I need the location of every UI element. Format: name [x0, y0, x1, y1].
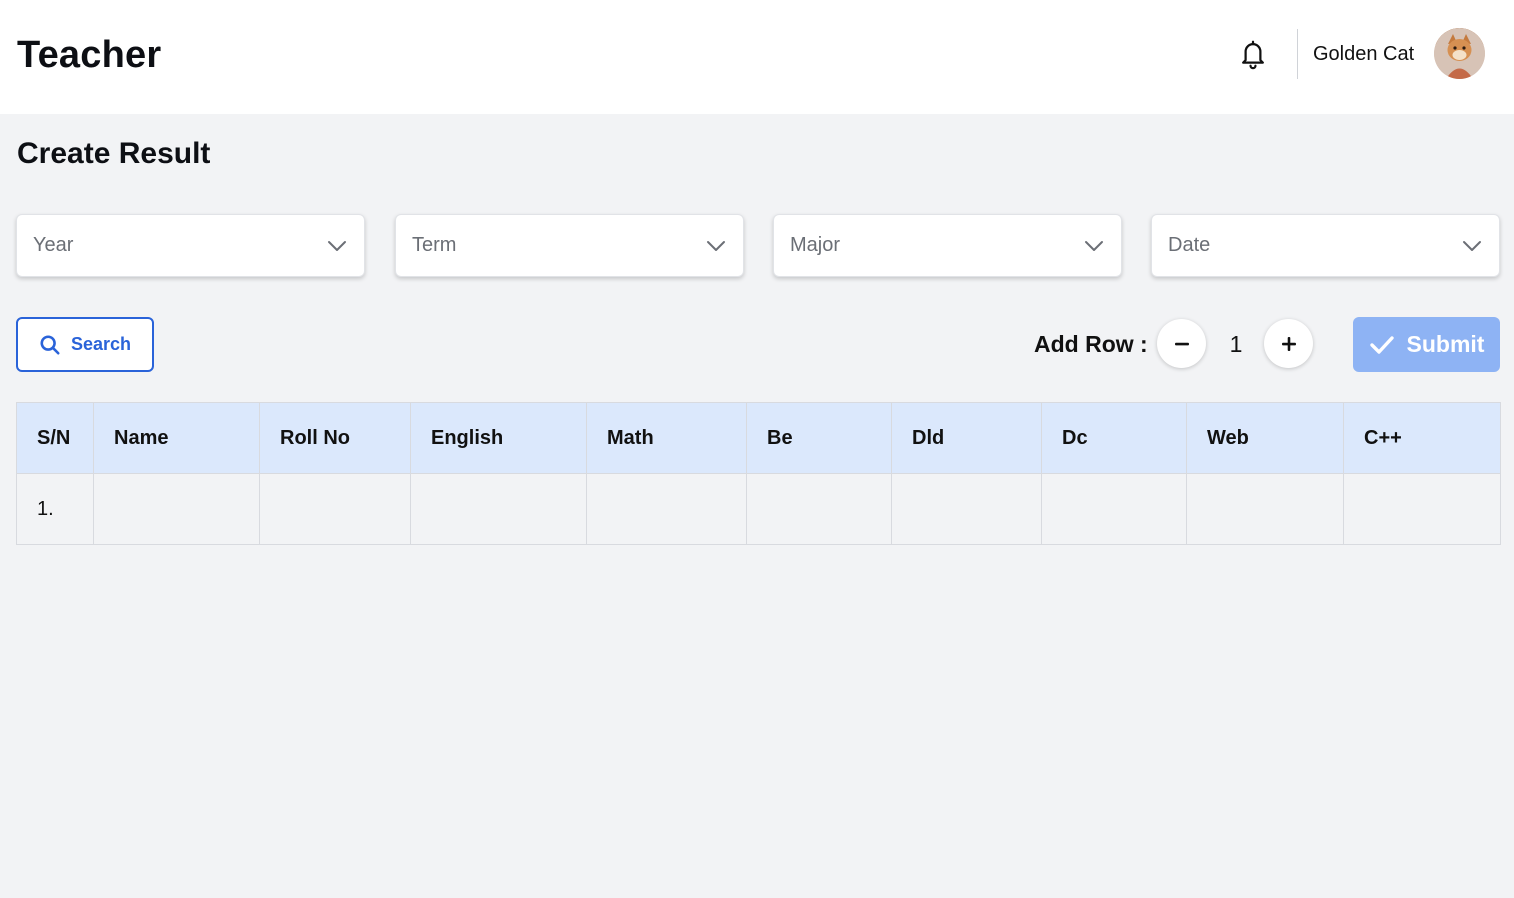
column-header-web: Web: [1186, 402, 1344, 474]
decrement-row-button[interactable]: [1157, 319, 1206, 368]
plus-icon: [1280, 335, 1298, 353]
be-cell[interactable]: [746, 473, 892, 545]
major-select-placeholder: Major: [790, 234, 841, 256]
increment-row-button[interactable]: [1264, 319, 1313, 368]
minus-icon: [1173, 335, 1191, 353]
column-header-dld: Dld: [891, 402, 1042, 474]
term-select[interactable]: Term: [395, 214, 744, 277]
chevron-down-icon: [326, 235, 348, 257]
english-cell[interactable]: [410, 473, 587, 545]
date-select-placeholder: Date: [1168, 234, 1211, 256]
dld-cell[interactable]: [891, 473, 1042, 545]
column-header-cpp: C++: [1343, 402, 1501, 474]
search-icon: [39, 334, 61, 356]
column-header-english: English: [410, 402, 587, 474]
bell-icon[interactable]: [1236, 36, 1270, 72]
year-select[interactable]: Year: [16, 214, 365, 277]
column-header-math: Math: [586, 402, 747, 474]
search-button[interactable]: Search: [16, 317, 154, 372]
term-select-placeholder: Term: [412, 234, 457, 256]
row-count: 1: [1229, 331, 1243, 357]
dc-cell[interactable]: [1041, 473, 1187, 545]
search-button-label: Search: [70, 334, 132, 354]
add-row-label: Add Row :: [1034, 331, 1148, 357]
submit-button[interactable]: Submit: [1353, 317, 1500, 372]
column-header-dc: Dc: [1041, 402, 1187, 474]
top-bar: Teacher Golden Cat: [0, 0, 1514, 114]
user-name[interactable]: Golden Cat: [1313, 43, 1414, 66]
column-header-roll-no: Roll No: [259, 402, 411, 474]
web-cell[interactable]: [1186, 473, 1344, 545]
chevron-down-icon: [1461, 235, 1483, 257]
user-avatar[interactable]: [1434, 28, 1485, 79]
app-title: Teacher: [17, 34, 162, 76]
result-table: S/N Name Roll No English Math Be Dld Dc …: [16, 402, 1501, 545]
name-cell[interactable]: [93, 473, 260, 545]
year-select-placeholder: Year: [33, 234, 74, 256]
submit-button-label: Submit: [1406, 331, 1485, 357]
page-title: Create Result: [17, 137, 211, 170]
major-select[interactable]: Major: [773, 214, 1122, 277]
chevron-down-icon: [1083, 235, 1105, 257]
date-select[interactable]: Date: [1151, 214, 1500, 277]
header-divider: [1297, 29, 1298, 79]
math-cell[interactable]: [586, 473, 747, 545]
roll-no-cell[interactable]: [259, 473, 411, 545]
check-icon: [1369, 335, 1395, 355]
column-header-name: Name: [93, 402, 260, 474]
column-header-be: Be: [746, 402, 892, 474]
cpp-cell[interactable]: [1343, 473, 1501, 545]
row-serial-number: 1.: [16, 473, 94, 545]
table-row: 1.: [16, 473, 1501, 545]
column-header-sn: S/N: [16, 402, 94, 474]
table-header-row: S/N Name Roll No English Math Be Dld Dc …: [16, 402, 1501, 474]
chevron-down-icon: [705, 235, 727, 257]
